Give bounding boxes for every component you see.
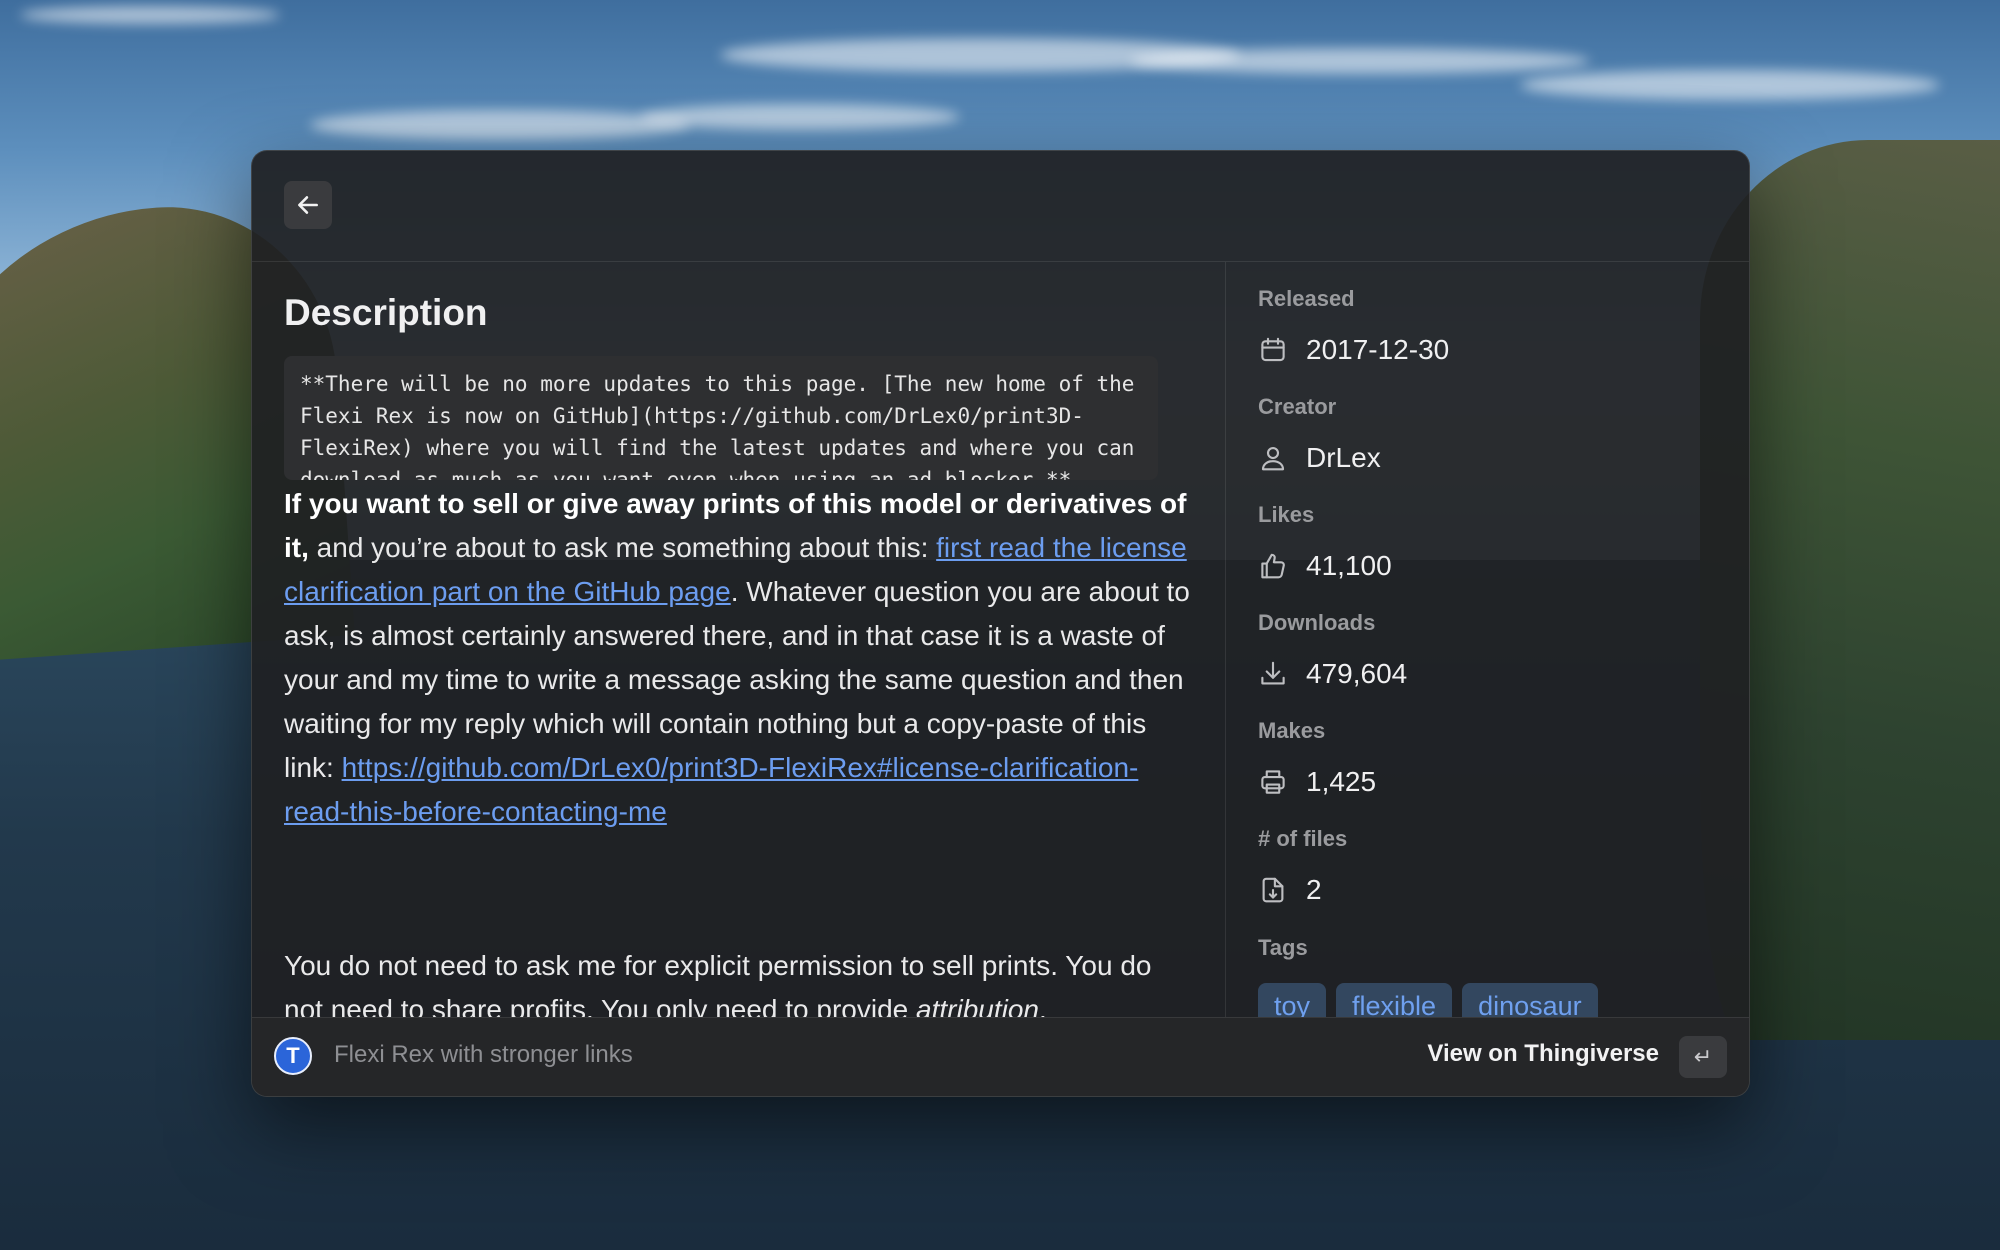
- meta-label: Makes: [1258, 718, 1326, 743]
- footer-item-title: Flexi Rex with stronger links: [334, 1041, 633, 1068]
- meta-value: 2: [1306, 874, 1322, 905]
- back-button[interactable]: [284, 181, 332, 229]
- meta-row: 2: [1258, 872, 1347, 908]
- metadata-sidebar: Released 2017-12-30 Creator DrLex Likes: [1226, 262, 1749, 1017]
- description-title: Description: [284, 292, 488, 333]
- person-icon: [1261, 446, 1285, 471]
- meta-released: Released 2017-12-30: [1258, 286, 1449, 368]
- meta-value: 479,604: [1306, 658, 1408, 689]
- italic-text: attribution: [916, 994, 1039, 1017]
- meta-value: 41,100: [1306, 550, 1392, 581]
- meta-makes: Makes 1,425: [1258, 718, 1376, 800]
- arrow-left-icon: [298, 196, 318, 214]
- meta-creator: Creator DrLex: [1258, 394, 1381, 476]
- extension-window: Description **There will be no more upda…: [251, 150, 1750, 1097]
- top-bar: [252, 151, 1749, 262]
- file-icon: [1262, 877, 1284, 903]
- download-icon: [1261, 661, 1285, 685]
- thingiverse-logo-icon: T: [274, 1037, 312, 1075]
- meta-label: # of files: [1258, 826, 1348, 851]
- meta-label: Creator: [1258, 394, 1337, 419]
- meta-likes: Likes 41,100: [1258, 502, 1392, 584]
- tag[interactable]: toy: [1258, 983, 1327, 1017]
- tag[interactable]: dinosaur: [1462, 983, 1598, 1017]
- calendar-icon: [1261, 337, 1285, 362]
- paragraph-text: .: [1038, 994, 1047, 1017]
- wallpaper-cloud: [310, 110, 690, 140]
- meta-downloads: Downloads 479,604: [1258, 610, 1407, 692]
- meta-tags: Tags toy flexible dinosaur: [1258, 935, 1608, 1017]
- printer-icon: [1261, 770, 1285, 794]
- wallpaper-cloud: [20, 6, 280, 24]
- wallpaper-cloud: [640, 104, 960, 130]
- view-on-thingiverse-button[interactable]: View on Thingiverse: [1427, 1040, 1659, 1068]
- meta-row: 41,100: [1258, 548, 1392, 584]
- meta-label: Downloads: [1258, 610, 1376, 635]
- thumbs-up-icon: [1261, 553, 1285, 579]
- enter-key-icon[interactable]: ↵: [1679, 1036, 1727, 1078]
- tag[interactable]: flexible: [1336, 983, 1453, 1017]
- bottom-action-bar: T Flexi Rex with stronger links View on …: [252, 1017, 1749, 1096]
- github-license-url-link[interactable]: https://github.com/DrLex0/print3D-FlexiR…: [284, 752, 1138, 827]
- meta-files: # of files 2: [1258, 826, 1347, 908]
- meta-value: DrLex: [1306, 442, 1381, 473]
- code-block: **There will be no more updates to this …: [284, 356, 1158, 480]
- meta-value: 1,425: [1306, 766, 1377, 797]
- meta-row: DrLex: [1258, 440, 1381, 476]
- meta-row: 1,425: [1258, 764, 1376, 800]
- meta-label: Released: [1258, 286, 1355, 311]
- wallpaper-cloud: [1520, 70, 1940, 100]
- meta-row: 479,604: [1258, 656, 1407, 692]
- description-panel[interactable]: Description **There will be no more upda…: [252, 262, 1226, 1017]
- meta-label: Likes: [1258, 502, 1315, 527]
- meta-value: 2017-12-30: [1306, 334, 1450, 365]
- tag-list: toy flexible dinosaur: [1258, 983, 1608, 1017]
- wallpaper-cloud: [1130, 48, 1590, 74]
- meta-row: 2017-12-30: [1258, 332, 1449, 368]
- paragraph-text: and you’re about to ask me something abo…: [308, 532, 937, 563]
- meta-label: Tags: [1258, 935, 1308, 960]
- description-paragraph: If you want to sell or give away prints …: [284, 482, 1194, 834]
- description-paragraph: You do not need to ask me for explicit p…: [284, 944, 1194, 1017]
